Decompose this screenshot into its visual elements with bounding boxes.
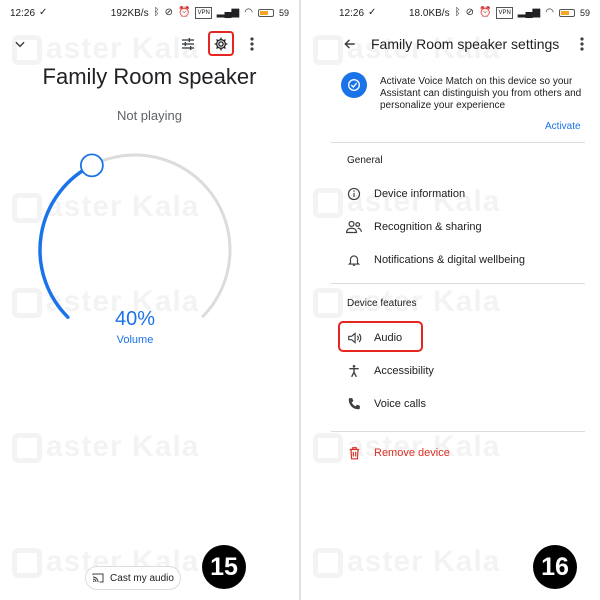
cast-audio-button[interactable]: Cast my audio [85, 566, 181, 590]
wifi-icon: ◠ [545, 7, 554, 18]
bluetooth-icon: ᛒ [454, 7, 461, 18]
volume-percent: 40% [114, 308, 156, 330]
audio-highlight [338, 321, 423, 352]
volume-track [91, 153, 232, 319]
people-icon [345, 218, 363, 236]
signal-icon: ▂▄▆ [517, 7, 541, 18]
bell-icon [345, 251, 363, 269]
cast-icon [92, 573, 104, 583]
check-icon: ✓ [368, 7, 377, 18]
voice-match-text: Activate Voice Match on this device so y… [380, 76, 582, 111]
more-vert-icon[interactable] [574, 34, 590, 54]
divider [331, 283, 585, 284]
item-label: Accessibility [374, 365, 434, 377]
status-time: 12:26 [339, 7, 365, 19]
status-bar: 12:26 ✓ 18.0KB/s ᛒ ⊘ ⏰ VPN ▂▄▆ ◠ 59 [301, 0, 600, 26]
volume-dial[interactable] [0, 0, 299, 600]
settings-screen: aster Kala aster Kala aster Kala aster K… [301, 0, 600, 600]
item-label: Notifications & digital wellbeing [374, 254, 526, 266]
volume-label: Volume [116, 334, 154, 346]
accessibility-item[interactable]: Accessibility [345, 361, 434, 381]
watermark: aster Kala [313, 545, 500, 579]
arrow-back-icon[interactable] [340, 34, 360, 54]
remove-device-item[interactable]: Remove device [345, 443, 450, 463]
recognition-sharing-item[interactable]: Recognition & sharing [345, 217, 482, 237]
mute-icon: ⊘ [465, 7, 474, 18]
section-title-device-features: Device features [347, 298, 417, 309]
alarm-icon: ⏰ [478, 7, 492, 18]
cast-button-label: Cast my audio [110, 572, 174, 584]
trash-icon [345, 444, 363, 462]
info-icon [345, 185, 363, 203]
step-badge: 15 [202, 545, 246, 589]
item-label: Device information [374, 188, 466, 200]
notifications-item[interactable]: Notifications & digital wellbeing [345, 250, 525, 270]
divider [331, 142, 585, 143]
activate-link[interactable]: Activate [545, 121, 581, 132]
section-title-general: General [347, 155, 383, 166]
voice-calls-item[interactable]: Voice calls [345, 394, 426, 414]
item-label: Remove device [374, 447, 450, 459]
volume-knob[interactable] [79, 153, 104, 178]
vpn-icon: VPN [496, 7, 513, 19]
network-speed: 18.0KB/s [409, 7, 450, 19]
volume-level-arc [38, 163, 94, 319]
page-title: Family Room speaker settings [371, 36, 560, 52]
battery-level: 59 [579, 8, 590, 18]
battery-icon [558, 9, 575, 17]
speaker-screen: aster Kala aster Kala aster Kala aster K… [0, 0, 299, 600]
phone-icon [345, 395, 363, 413]
device-information-item[interactable]: Device information [345, 184, 465, 204]
voice-match-icon [341, 72, 367, 98]
divider [331, 431, 585, 432]
item-label: Recognition & sharing [374, 221, 482, 233]
accessibility-icon [345, 362, 363, 380]
item-label: Voice calls [374, 398, 426, 410]
step-badge: 16 [533, 545, 577, 589]
